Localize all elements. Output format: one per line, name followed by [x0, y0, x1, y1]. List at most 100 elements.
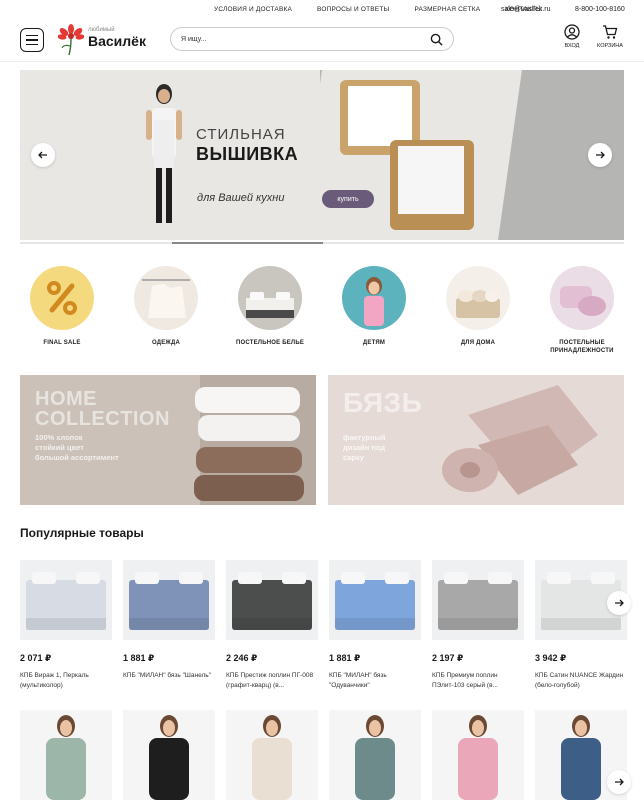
product-price: 2 071 ₽: [20, 653, 52, 663]
promo-text: большой ассортимент: [35, 453, 119, 462]
cart-icon: [603, 25, 618, 39]
link-delivery[interactable]: УСЛОВИЯ И ДОСТАВКА: [214, 6, 292, 13]
product-card[interactable]: 2 246 ₽ КПБ Престиж поплин ПГ-008 (графи…: [226, 560, 318, 691]
promo-title: COLLECTION: [35, 408, 170, 430]
promo-text: сарку: [343, 453, 364, 462]
category-label: ОДЕЖДА: [151, 340, 181, 346]
category-clothing[interactable]: ОДЕЖДА: [124, 266, 208, 356]
product-image: [226, 710, 318, 800]
contact-email[interactable]: sale@vasilek.ru: [501, 6, 551, 13]
promo-text: фактурный: [343, 433, 386, 442]
product-image: [226, 560, 318, 640]
product-card[interactable]: 3 942 ₽ КПБ Сатин NUANCE Жардин (бело-го…: [535, 560, 627, 691]
hero-subtitle: для Вашей кухни: [197, 192, 285, 204]
clothing-image: [134, 266, 198, 330]
search-input[interactable]: Я ищу...: [170, 27, 454, 51]
basket-image: [390, 140, 474, 230]
cart-button[interactable]: КОРЗИНА: [595, 24, 625, 49]
search-placeholder: Я ищу...: [181, 35, 207, 43]
product-image: [123, 560, 215, 640]
cart-label: КОРЗИНА: [597, 43, 623, 49]
product-card[interactable]: [329, 710, 421, 800]
home-image: [446, 266, 510, 330]
user-icon: [564, 24, 580, 40]
promo-byaz[interactable]: БЯЗЬ фактурный дизайн под сарку: [328, 375, 624, 505]
product-card[interactable]: 1 881 ₽ КПБ "МИЛАН" бязь "Шанель": [123, 560, 215, 691]
percent-icon: [30, 266, 94, 330]
product-card[interactable]: [432, 710, 524, 800]
product-price: 1 881 ₽: [123, 653, 155, 663]
link-size-chart[interactable]: РАЗМЕРНАЯ СЕТКА: [414, 6, 480, 13]
contact-phone[interactable]: 8-800-100-8160: [575, 6, 625, 13]
product-image: [329, 710, 421, 800]
category-bed-accessories[interactable]: ПОСТЕЛЬНЫЕ ПРИНАДЛЕЖНОСТИ: [540, 266, 624, 356]
product-price: 1 881 ₽: [329, 653, 361, 663]
hero-buy-button[interactable]: купить: [322, 190, 374, 208]
clothing-products: [20, 710, 644, 800]
product-image: [432, 710, 524, 800]
product-name[interactable]: КПБ Сатин NUANCE Жардин (бело-голубой): [535, 671, 627, 691]
promo-text: стойкий цвет: [35, 443, 84, 452]
top-links: УСЛОВИЯ И ДОСТАВКА ВОПРОСЫ И ОТВЕТЫ РАЗМ…: [214, 6, 542, 13]
model-photo: [146, 84, 182, 223]
product-image: [20, 710, 112, 800]
product-name[interactable]: КПБ "МИЛАН" бязь "Шанель": [123, 671, 215, 681]
popular-products: 2 071 ₽ КПБ Вираж 1, Перкаль (мультиколо…: [20, 560, 644, 691]
category-final-sale[interactable]: FINAL SALE: [20, 266, 104, 356]
category-label: ПОСТЕЛЬНОЕ БЕЛЬЕ: [235, 340, 305, 346]
hero-banner[interactable]: СТИЛЬНАЯ ВЫШИВКА для Вашей кухни купить: [20, 70, 624, 240]
top-bar: УСЛОВИЯ И ДОСТАВКА ВОПРОСЫ И ОТВЕТЫ РАЗМ…: [0, 0, 644, 18]
category-label: ДЛЯ ДОМА: [460, 340, 496, 346]
promo-title: HOME: [35, 388, 97, 410]
product-price: 2 197 ₽: [432, 653, 464, 663]
categories: FINAL SALE ОДЕЖДА ПОСТЕЛЬНОЕ БЕЛЬЕ ДЕТЯМ…: [20, 266, 624, 356]
category-kids[interactable]: ДЕТЯМ: [332, 266, 416, 356]
product-name[interactable]: КПБ Престиж поплин ПГ-008 (графит-кварц)…: [226, 671, 318, 691]
clothing-next-button[interactable]: [607, 770, 631, 794]
product-image: [20, 560, 112, 640]
product-name[interactable]: КПБ Премиум поплин ПЭлит-103 серый (в...: [432, 671, 524, 691]
logo[interactable]: любимый Василёк: [58, 24, 146, 56]
promo-home-collection[interactable]: HOME COLLECTION 100% хлопок стойкий цвет…: [20, 375, 316, 505]
arrow-right-icon: [615, 778, 624, 786]
product-card[interactable]: 2 197 ₽ КПБ Премиум поплин ПЭлит-103 сер…: [432, 560, 524, 691]
product-price: 2 246 ₽: [226, 653, 258, 663]
menu-icon: [26, 34, 38, 37]
hero-title-line2: ВЫШИВКА: [196, 144, 299, 164]
hero-next-button[interactable]: [588, 143, 612, 167]
menu-button[interactable]: [20, 28, 44, 52]
promo-text: дизайн под: [343, 443, 386, 452]
product-card[interactable]: [20, 710, 112, 800]
product-image: [329, 560, 421, 640]
product-price: 3 942 ₽: [535, 653, 567, 663]
hero-progress: [20, 242, 624, 244]
arrow-left-icon: [38, 151, 47, 159]
logo-name: Василёк: [88, 33, 146, 49]
category-label: ПОСТЕЛЬНЫЕ ПРИНАДЛЕЖНОСТИ: [550, 340, 614, 355]
product-name[interactable]: КПБ Вираж 1, Перкаль (мультиколор): [20, 671, 112, 691]
kids-image: [342, 266, 406, 330]
product-name[interactable]: КПБ "МИЛАН" бязь "Одуванчики": [329, 671, 421, 691]
category-bedding[interactable]: ПОСТЕЛЬНОЕ БЕЛЬЕ: [228, 266, 312, 356]
promo-text: 100% хлопок: [35, 433, 83, 442]
category-label: ДЕТЯМ: [362, 340, 386, 346]
header: любимый Василёк Я ищу... ВХОД КОРЗИНА: [0, 18, 644, 62]
product-image: [123, 710, 215, 800]
search-icon[interactable]: [430, 33, 443, 46]
login-button[interactable]: ВХОД: [557, 24, 587, 49]
bedding-image: [238, 266, 302, 330]
category-home[interactable]: ДЛЯ ДОМА: [436, 266, 520, 356]
product-image: [432, 560, 524, 640]
login-label: ВХОД: [564, 43, 580, 49]
arrow-right-icon: [615, 599, 624, 607]
product-card[interactable]: 2 071 ₽ КПБ Вираж 1, Перкаль (мультиколо…: [20, 560, 112, 691]
products-next-button[interactable]: [607, 591, 631, 615]
product-card[interactable]: 1 881 ₽ КПБ "МИЛАН" бязь "Одуванчики": [329, 560, 421, 691]
hero-title-line1: СТИЛЬНАЯ: [196, 126, 286, 143]
cornflower-icon: [58, 24, 84, 56]
product-card[interactable]: [123, 710, 215, 800]
arrow-right-icon: [596, 151, 605, 159]
hero-prev-button[interactable]: [31, 143, 55, 167]
link-faq[interactable]: ВОПРОСЫ И ОТВЕТЫ: [317, 6, 389, 13]
product-card[interactable]: [226, 710, 318, 800]
